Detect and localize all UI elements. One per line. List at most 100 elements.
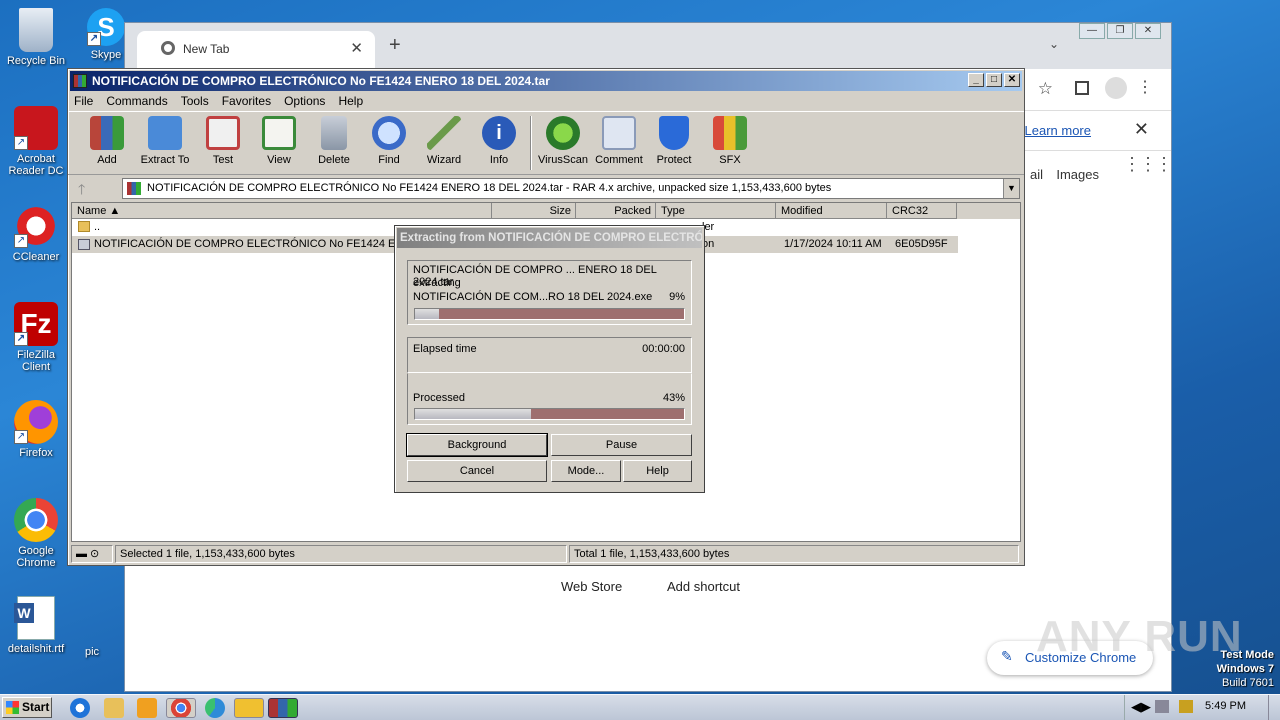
tab-search-chevron-icon[interactable]: ⌄ — [1049, 37, 1059, 51]
extract-action: extracting — [413, 277, 461, 289]
rar-archive-icon — [127, 182, 141, 195]
desktop-icon-chrome[interactable]: Google Chrome — [2, 498, 70, 569]
cancel-button[interactable]: Cancel — [407, 460, 547, 482]
google-apps-icon[interactable]: ⋮⋮⋮ — [1123, 155, 1173, 173]
toolbar-label: View — [267, 154, 291, 166]
desktop-icon-recycle-bin[interactable]: Recycle Bin — [2, 8, 70, 67]
side-panel-icon[interactable] — [1075, 81, 1089, 95]
start-button[interactable]: Start — [2, 697, 52, 718]
taskbar-ie-icon[interactable] — [70, 698, 90, 718]
maximize-button[interactable]: □ — [986, 73, 1002, 87]
start-label: Start — [22, 700, 50, 714]
close-button[interactable]: ✕ — [1004, 73, 1020, 87]
toolbar-wizard-button[interactable]: Wizard — [415, 114, 473, 166]
learn-more-link[interactable]: Learn more — [1025, 123, 1091, 138]
row-crc32: 6E05D95F — [895, 238, 948, 250]
mode-button[interactable]: Mode... — [551, 460, 621, 482]
toolbar-sfx-button[interactable]: SFX — [701, 114, 759, 166]
taskbar-winrar-icon[interactable] — [268, 698, 298, 718]
toolbar-extract-to-button[interactable]: Extract To — [136, 114, 194, 166]
archive-path-field[interactable]: NOTIFICACIÓN DE COMPRO ELECTRÓNICO No FE… — [122, 178, 1020, 199]
close-button[interactable]: ✕ — [1135, 23, 1161, 39]
desktop-icon-firefox[interactable]: ↗ Firefox — [2, 400, 70, 459]
toolbar-test-button[interactable]: Test — [194, 114, 252, 166]
taskbar-clock[interactable]: 5:49 PM — [1205, 700, 1246, 712]
shortcut-arrow-icon: ↗ — [14, 332, 28, 346]
bookmark-star-icon[interactable]: ☆ — [1038, 79, 1053, 99]
menu-file[interactable]: File — [74, 91, 93, 111]
toolbar-protect-button[interactable]: Protect — [645, 114, 703, 166]
column-type[interactable]: Type — [656, 203, 776, 219]
winrar-status-bar: ▬ ⊙ Selected 1 file, 1,153,433,600 bytes… — [71, 545, 1021, 563]
restore-button[interactable]: ❐ — [1107, 23, 1133, 39]
chrome-tabstrip: New Tab ✕ + ⌄ — ❐ ✕ — [125, 23, 1171, 69]
taskbar-media-player-icon[interactable] — [137, 698, 157, 718]
column-modified[interactable]: Modified — [776, 203, 887, 219]
desktop-icon-filezilla[interactable]: Fz ↗ FileZilla Client — [2, 302, 70, 373]
skype-icon: S ↗ — [87, 8, 125, 46]
desktop-icon-detailshit[interactable]: W detailshit.rtf — [2, 596, 70, 655]
images-link[interactable]: Images — [1056, 167, 1099, 182]
show-desktop-button[interactable] — [1268, 695, 1280, 720]
up-folder-icon[interactable]: 🡑 — [78, 179, 85, 203]
shortcut-arrow-icon: ↗ — [14, 136, 28, 150]
toolbar-delete-button[interactable]: Delete — [305, 114, 363, 166]
new-tab-button[interactable]: + — [389, 34, 401, 57]
menu-help[interactable]: Help — [338, 91, 363, 111]
taskbar-explorer-icon[interactable] — [104, 698, 124, 718]
system-tray: ◀▶ 5:49 PM — [1124, 695, 1280, 720]
shortcut-arrow-icon: ↗ — [14, 234, 28, 248]
menu-favorites[interactable]: Favorites — [222, 91, 271, 111]
column-size[interactable]: Size — [492, 203, 576, 219]
toolbar-virusscan-button[interactable]: VirusScan — [534, 114, 592, 166]
minimize-button[interactable]: _ — [968, 73, 984, 87]
view-book-icon — [262, 116, 296, 150]
toolbar-view-button[interactable]: View — [250, 114, 308, 166]
shortcut-web-store[interactable]: Web Store — [561, 579, 622, 594]
chrome-window-controls: — ❐ ✕ — [1077, 23, 1161, 39]
menu-options[interactable]: Options — [284, 91, 325, 111]
background-button[interactable]: Background — [406, 433, 548, 457]
processed-progress-bar — [414, 408, 685, 420]
taskbar-chrome-icon[interactable] — [166, 698, 196, 718]
column-name[interactable]: Name ▲ — [72, 203, 492, 219]
desktop-icon-pic[interactable]: pic — [72, 646, 112, 658]
profile-avatar-icon[interactable] — [1105, 77, 1127, 99]
taskbar-edge-icon[interactable] — [205, 698, 225, 718]
shortcut-add[interactable]: Add shortcut — [667, 579, 740, 594]
tab-new-tab[interactable]: New Tab ✕ — [137, 31, 375, 69]
desktop-icon-ccleaner[interactable]: ↗ CCleaner — [2, 204, 70, 263]
desktop-icon-acrobat[interactable]: ↗ Acrobat Reader DC — [2, 106, 70, 177]
chrome-menu-icon[interactable]: ⋮ — [1137, 77, 1153, 97]
column-label: Type — [661, 205, 685, 217]
desktop-icon-label: pic — [84, 646, 100, 658]
network-icon[interactable] — [1155, 700, 1169, 713]
toolbar-label: Add — [97, 154, 117, 166]
menu-commands[interactable]: Commands — [106, 91, 167, 111]
action-center-flag-icon[interactable] — [1179, 700, 1193, 713]
pencil-icon: ✎ — [1001, 648, 1013, 664]
winrar-toolbar: Add Extract To Test View Delete Find Wiz… — [68, 111, 1024, 175]
dialog-title[interactable]: Extracting from NOTIFICACIÓN DE COMPRO E… — [397, 228, 702, 248]
toolbar-comment-button[interactable]: Comment — [590, 114, 648, 166]
tray-expand-icon[interactable]: ◀▶ — [1131, 699, 1151, 715]
minimize-button[interactable]: — — [1079, 23, 1105, 39]
column-crc32[interactable]: CRC32 — [887, 203, 957, 219]
toolbar-add-button[interactable]: Add — [78, 114, 136, 166]
exe-file-icon — [78, 239, 90, 250]
acrobat-icon: ↗ — [14, 106, 58, 150]
folder-up-icon — [78, 221, 90, 232]
winrar-title-bar[interactable]: NOTIFICACIÓN DE COMPRO ELECTRÓNICO No FE… — [70, 71, 1022, 91]
column-packed[interactable]: Packed — [576, 203, 656, 219]
taskbar-norton-icon[interactable] — [234, 698, 264, 718]
extract-progress-dialog: Extracting from NOTIFICACIÓN DE COMPRO E… — [394, 225, 705, 493]
dropdown-arrow-icon[interactable]: ▼ — [1003, 179, 1019, 198]
help-button[interactable]: Help — [623, 460, 692, 482]
close-infobar-icon[interactable]: ✕ — [1134, 119, 1149, 140]
toolbar-find-button[interactable]: Find — [360, 114, 418, 166]
menu-tools[interactable]: Tools — [181, 91, 209, 111]
pause-button[interactable]: Pause — [551, 434, 692, 456]
gmail-link[interactable]: ail — [1030, 167, 1043, 182]
close-tab-icon[interactable]: ✕ — [350, 39, 363, 57]
toolbar-info-button[interactable]: i Info — [470, 114, 528, 166]
